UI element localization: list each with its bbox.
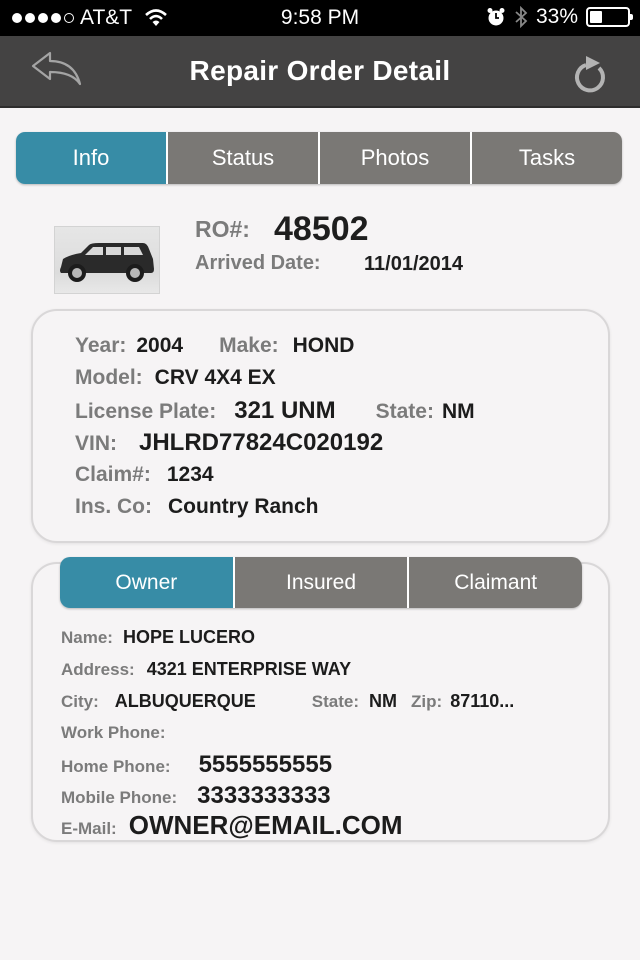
claim-row: Claim#: 1234 bbox=[75, 463, 214, 487]
plate-state-value: NM bbox=[441, 400, 475, 423]
main-tab-bar: Info Status Photos Tasks bbox=[16, 132, 622, 184]
arrived-date-value: 11/01/2014 bbox=[364, 253, 463, 275]
license-plate-value: 321 UNM bbox=[234, 397, 336, 424]
navigation-bar: Repair Order Detail bbox=[0, 36, 640, 108]
license-plate-label: License Plate: bbox=[75, 400, 217, 423]
email-row: E-Mail: OWNER@EMAIL.COM bbox=[61, 810, 403, 841]
ro-number-value: 48502 bbox=[274, 210, 369, 248]
page-title: Repair Order Detail bbox=[189, 55, 451, 86]
tab-claimant[interactable]: Claimant bbox=[407, 557, 582, 608]
year-label: Year: bbox=[75, 334, 127, 357]
make-value: HOND bbox=[292, 334, 355, 357]
contact-tab-bar: Owner Insured Claimant bbox=[60, 557, 582, 608]
city-row: City: ALBUQUERQUE State: NM Zip: 87110..… bbox=[61, 691, 514, 712]
address-row: Address: 4321 ENTERPRISE WAY bbox=[61, 659, 351, 680]
contact-state-value: NM bbox=[369, 691, 398, 711]
claim-label: Claim#: bbox=[75, 463, 151, 486]
battery-icon bbox=[586, 7, 633, 27]
city-label: City: bbox=[61, 692, 99, 711]
plate-state-label: State: bbox=[375, 400, 434, 423]
mobile-phone-row: Mobile Phone: 3333333333 bbox=[61, 782, 331, 810]
tab-status[interactable]: Status bbox=[166, 132, 318, 184]
mobile-phone-label: Mobile Phone: bbox=[61, 788, 178, 807]
tab-photos[interactable]: Photos bbox=[318, 132, 470, 184]
work-phone-label: Work Phone: bbox=[61, 723, 166, 742]
vin-label: VIN: bbox=[75, 432, 117, 455]
arrived-date-label: Arrived Date: bbox=[195, 252, 321, 274]
insurance-company-row: Ins. Co: Country Ranch bbox=[75, 495, 319, 519]
year-value: 2004 bbox=[136, 334, 184, 357]
model-label: Model: bbox=[75, 366, 143, 389]
insurance-company-label: Ins. Co: bbox=[75, 495, 152, 518]
email-label: E-Mail: bbox=[61, 819, 117, 838]
home-phone-row: Home Phone: 5555555555 bbox=[61, 751, 332, 779]
model-row: Model: CRV 4X4 EX bbox=[75, 366, 276, 390]
refresh-button[interactable] bbox=[568, 48, 614, 94]
ro-number-label: RO#: bbox=[195, 216, 250, 242]
mobile-phone-value[interactable]: 3333333333 bbox=[197, 782, 330, 810]
claim-value: 1234 bbox=[166, 463, 214, 486]
home-phone-value[interactable]: 5555555555 bbox=[199, 751, 332, 779]
tab-info[interactable]: Info bbox=[16, 132, 166, 184]
address-label: Address: bbox=[61, 660, 135, 679]
battery-level bbox=[590, 11, 602, 23]
vin-value: JHLRD77824C020192 bbox=[139, 429, 384, 456]
refresh-icon bbox=[575, 56, 605, 93]
suv-car-icon bbox=[60, 243, 154, 282]
status-bar: AT&T 9:58 PM 33% bbox=[0, 0, 640, 36]
model-value: CRV 4X4 EX bbox=[154, 366, 276, 389]
make-label: Make: bbox=[219, 334, 279, 357]
tab-owner[interactable]: Owner bbox=[60, 557, 233, 608]
zip-value: 87110... bbox=[450, 691, 515, 711]
name-row: Name: HOPE LUCERO bbox=[61, 627, 255, 648]
address-value: 4321 ENTERPRISE WAY bbox=[146, 659, 352, 679]
insurance-company-value: Country Ranch bbox=[168, 495, 319, 518]
email-value[interactable]: OWNER@EMAIL.COM bbox=[129, 810, 403, 841]
vehicle-thumbnail[interactable] bbox=[54, 226, 160, 294]
city-value: ALBUQUERQUE bbox=[114, 691, 256, 711]
name-value: HOPE LUCERO bbox=[122, 627, 255, 647]
home-phone-label: Home Phone: bbox=[61, 757, 171, 776]
battery-percent: 33% bbox=[535, 5, 578, 28]
vehicle-info-card: Year: 2004 Make: HOND Model: CRV 4X4 EX … bbox=[31, 309, 610, 543]
license-plate-row: License Plate: 321 UNM State: NM bbox=[75, 397, 475, 425]
name-label: Name: bbox=[61, 628, 113, 647]
tab-insured[interactable]: Insured bbox=[232, 557, 408, 608]
vin-row: VIN: JHLRD77824C020192 bbox=[75, 429, 383, 457]
contact-state-label: State: bbox=[311, 692, 360, 711]
zip-label: Zip: bbox=[411, 692, 443, 711]
bluetooth-icon bbox=[515, 6, 528, 28]
year-make-row: Year: 2004 Make: HOND bbox=[75, 334, 354, 358]
tab-tasks[interactable]: Tasks bbox=[470, 132, 622, 184]
alarm-icon bbox=[487, 8, 505, 26]
work-phone-row: Work Phone: bbox=[61, 723, 180, 743]
